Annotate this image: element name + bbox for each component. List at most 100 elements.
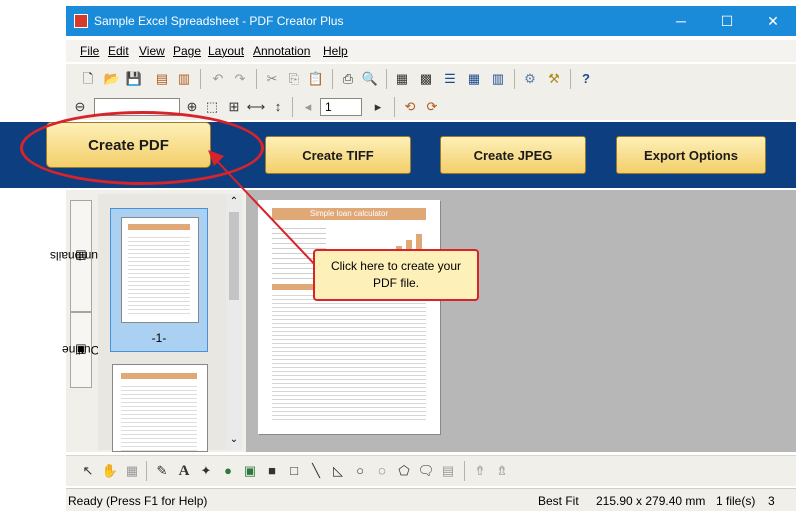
menu-layout[interactable]: Layout [208, 44, 244, 58]
stamp-icon[interactable]: ✦ [196, 461, 216, 481]
pointer-icon[interactable]: ↖ [78, 461, 98, 481]
polygon-icon[interactable]: ⬠ [394, 461, 414, 481]
print-icon[interactable]: ⎙ [338, 69, 358, 89]
callout-arrow [208, 150, 319, 269]
thumbnail-rows [128, 234, 190, 314]
callout-tooltip: Click here to create your PDF file. [313, 249, 479, 301]
rotate-right-icon[interactable]: ⟳ [422, 97, 442, 117]
toolbar-separator [386, 69, 387, 89]
polyline-icon[interactable]: ◺ [328, 461, 348, 481]
toolbar-separator [292, 97, 293, 117]
text-tool-icon[interactable]: A [174, 461, 194, 481]
add-file-icon[interactable]: ▤ [152, 69, 172, 89]
fit-page-icon[interactable]: ⊞ [224, 97, 244, 117]
annotation-toolbar: ↖ ✋ ▦ ✎ A ✦ ● ▣ ■ □ ╲ ◺ ○ ◌ ⬠ 🗨 ▤ ⇮ ⇯ [66, 455, 796, 486]
new-file-icon[interactable]: 🗋 [78, 69, 98, 89]
image-icon[interactable]: ▣ [240, 461, 260, 481]
status-text: Ready (Press F1 for Help) [68, 494, 208, 508]
toolbar-separator [200, 69, 201, 89]
toolbar-separator [570, 69, 571, 89]
send-backward-icon[interactable]: ⇯ [492, 461, 512, 481]
thumbnail-image [121, 217, 199, 323]
select-area-icon[interactable]: ▦ [122, 461, 142, 481]
freeform-icon[interactable]: ◌ [372, 461, 392, 481]
columns-view-icon[interactable]: ▥ [488, 69, 508, 89]
thumbnail-header-bar [128, 224, 190, 230]
print-preview-icon[interactable]: 🔍 [360, 69, 380, 89]
undo-icon[interactable]: ↶ [208, 69, 228, 89]
comment-icon[interactable]: 🗨 [416, 461, 436, 481]
menu-bar: File Edit View Page Layout Annotation He… [66, 40, 796, 62]
paste-icon[interactable]: 📋 [306, 69, 326, 89]
zoom-select-icon[interactable]: ⬚ [202, 97, 222, 117]
export-options-button[interactable]: Export Options [616, 136, 766, 174]
status-file-count: 1 file(s) [716, 494, 756, 508]
toolbar-separator [256, 69, 257, 89]
redo-icon[interactable]: ↷ [230, 69, 250, 89]
status-page-size: 215.90 x 279.40 mm [596, 494, 706, 508]
status-page-count: 3 [768, 494, 775, 508]
copy-icon[interactable]: ⎘ [284, 69, 304, 89]
toolbar-separator [464, 461, 465, 481]
cut-icon[interactable]: ✂ [262, 69, 282, 89]
rectangle-icon[interactable]: □ [284, 461, 304, 481]
menu-page[interactable]: Page [173, 44, 201, 58]
menu-view[interactable]: View [139, 44, 165, 58]
single-page-icon[interactable]: ▦ [392, 69, 412, 89]
open-folder-icon[interactable]: 📂 [102, 69, 122, 89]
next-page-icon[interactable]: ▸ [368, 97, 388, 117]
toolbar-separator [146, 461, 147, 481]
create-jpeg-button[interactable]: Create JPEG [440, 136, 586, 174]
side-panel-tabs: ▤ Thumbnails ▣ Outline [50, 194, 112, 444]
multi-page-icon[interactable]: ▩ [416, 69, 436, 89]
thumbnail-page-1[interactable]: -1- [110, 208, 208, 352]
minimize-button[interactable]: ─ [658, 6, 704, 36]
line-icon[interactable]: ╲ [306, 461, 326, 481]
ellipse-icon[interactable]: ○ [350, 461, 370, 481]
maximize-button[interactable]: ☐ [704, 6, 750, 36]
tab-outline[interactable]: ▣ Outline [62, 312, 100, 388]
callout-line-1: Click here to create your [330, 259, 462, 273]
hand-icon[interactable]: ✋ [100, 461, 120, 481]
toolbar-separator [394, 97, 395, 117]
sheet-table-rows [272, 292, 426, 422]
tab-outline-label: Outline [61, 343, 101, 357]
main-toolbar: 🗋 📂 💾 ▤ ▥ ↶ ↷ ✂ ⎘ 📋 ⎙ 🔍 ▦ ▩ ☰ ▦ ▥ ⚙ ⚒ ? [66, 64, 796, 95]
thumbnail-label: -1- [151, 331, 167, 345]
scroll-down-icon[interactable]: ⌄ [228, 434, 240, 446]
bring-forward-icon[interactable]: ⇮ [470, 461, 490, 481]
callout-line-2: PDF file. [372, 276, 419, 290]
rotate-left-icon[interactable]: ⟲ [400, 97, 420, 117]
properties-icon[interactable]: ▤ [438, 461, 458, 481]
settings-icon[interactable]: ⚒ [544, 69, 564, 89]
list-view-icon[interactable]: ☰ [440, 69, 460, 89]
thumbnail-page-2[interactable] [112, 364, 208, 452]
filled-rectangle-icon[interactable]: ■ [262, 461, 282, 481]
thumbnail-header-bar [121, 373, 197, 379]
toolbar-separator [514, 69, 515, 89]
status-fit: Best Fit [538, 494, 579, 508]
thumbnail-rows [121, 383, 197, 451]
status-bar: Ready (Press F1 for Help) Best Fit 215.9… [66, 488, 796, 511]
tab-thumbnails[interactable]: ▤ Thumbnails [50, 200, 112, 312]
save-icon[interactable]: 💾 [124, 69, 144, 89]
app-icon [74, 14, 88, 28]
previous-page-icon[interactable]: ◂ [298, 97, 318, 117]
title-bar: Sample Excel Spreadsheet - PDF Creator P… [66, 6, 796, 36]
fit-height-icon[interactable]: ↕ [268, 97, 288, 117]
menu-annotation[interactable]: Annotation [253, 44, 310, 58]
fit-width-icon[interactable]: ⟷ [246, 97, 266, 117]
insert-file-icon[interactable]: ▥ [174, 69, 194, 89]
toolbar-separator [332, 69, 333, 89]
highlighter-icon[interactable]: ● [218, 461, 238, 481]
menu-help[interactable]: Help [323, 44, 348, 58]
page-number-input[interactable]: 1 [320, 98, 362, 116]
menu-file[interactable]: File [80, 44, 99, 58]
pencil-icon[interactable]: ✎ [152, 461, 172, 481]
help-icon[interactable]: ? [576, 69, 596, 89]
properties-icon[interactable]: ⚙ [520, 69, 540, 89]
close-button[interactable]: ✕ [750, 6, 796, 36]
grid-view-icon[interactable]: ▦ [464, 69, 484, 89]
menu-edit[interactable]: Edit [108, 44, 129, 58]
window-title: Sample Excel Spreadsheet - PDF Creator P… [94, 14, 344, 28]
